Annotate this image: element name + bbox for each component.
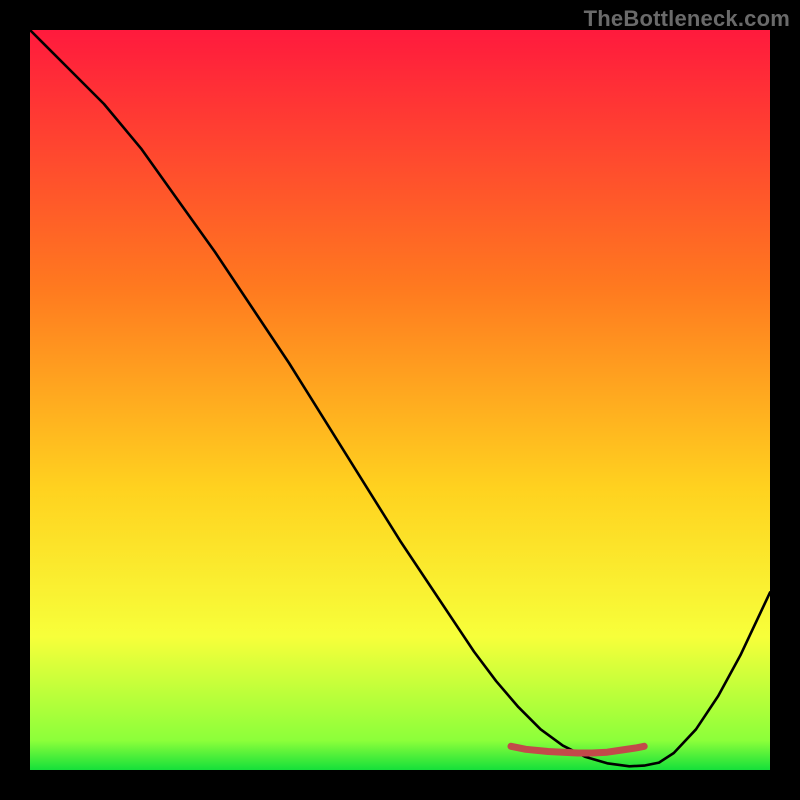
plot-background	[30, 30, 770, 770]
bottleneck-curve-chart	[0, 0, 800, 800]
chart-container: TheBottleneck.com	[0, 0, 800, 800]
